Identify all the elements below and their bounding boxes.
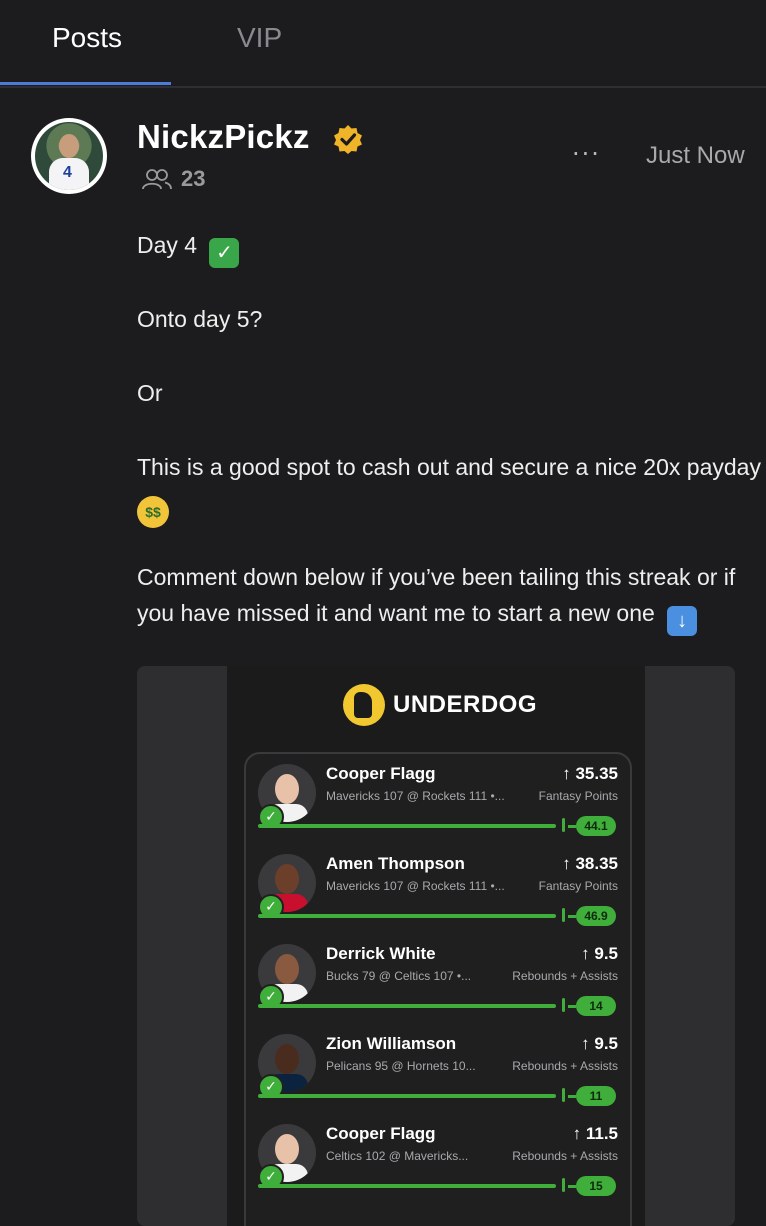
check-emoji-icon: ✓	[209, 238, 240, 268]
post-author[interactable]: NickzPickz	[137, 118, 310, 156]
result-value: 15	[576, 1176, 616, 1196]
members-icon	[142, 169, 172, 190]
pick-stat: Rebounds + Assists	[512, 969, 618, 983]
members: 23	[141, 166, 205, 192]
avatar-jersey-number: 4	[63, 164, 72, 181]
post-text: Day 4	[137, 232, 198, 258]
post-line-7: you have missed it and want me to start …	[137, 600, 698, 636]
pick-stat: Rebounds + Assists	[512, 1149, 618, 1163]
player-name: Amen Thompson	[326, 854, 465, 873]
progress-bar	[258, 1184, 556, 1188]
pick-row: ✓ Zion Williamson Pelicans 95 @ Hornets …	[246, 1024, 630, 1114]
pick-line: ↑ 38.35	[562, 854, 618, 873]
post-line-4: This is a good spot to cash out and secu…	[137, 454, 761, 480]
result-value: 44.1	[576, 816, 616, 836]
post-line-1: Day 4 ✓	[137, 232, 240, 268]
progress-bar	[258, 824, 556, 828]
pick-row: ✓ Cooper Flagg Celtics 102 @ Mavericks..…	[246, 1114, 630, 1204]
tab-bar: Posts VIP	[0, 0, 766, 88]
pick-line: ↑ 9.5	[581, 1034, 618, 1053]
post-line-2: Onto day 5?	[137, 306, 263, 332]
pick-line: ↑ 9.5	[581, 944, 618, 963]
bet-slip-image: UNDERDOG ✓ Cooper Flagg Mavericks 107 @ …	[227, 666, 645, 1226]
pick-stat: Rebounds + Assists	[512, 1059, 618, 1073]
brand-name: UNDERDOG	[393, 691, 538, 718]
active-tab-indicator	[0, 82, 171, 85]
verified-badge-icon	[334, 125, 362, 154]
pick-row: ✓ Derrick White Bucks 79 @ Celtics 107 •…	[246, 934, 630, 1024]
pick-stat: Fantasy Points	[538, 879, 618, 893]
post-line-6: Comment down below if you’ve been tailin…	[137, 564, 736, 590]
pick-row: ✓ Amen Thompson Mavericks 107 @ Rockets …	[246, 844, 630, 934]
line-marker	[562, 1178, 565, 1192]
picks-list: ✓ Cooper Flagg Mavericks 107 @ Rockets 1…	[244, 752, 632, 1226]
game-score: Mavericks 107 @ Rockets 111 •...	[326, 789, 505, 803]
result-value: 11	[576, 1086, 616, 1106]
player-name: Cooper Flagg	[326, 1124, 436, 1143]
underdog-logo-icon	[343, 684, 385, 726]
post-image[interactable]: UNDERDOG ✓ Cooper Flagg Mavericks 107 @ …	[137, 666, 735, 1226]
line-marker	[562, 998, 565, 1012]
progress-bar	[258, 914, 556, 918]
tab-posts[interactable]: Posts	[52, 22, 122, 54]
game-score: Bucks 79 @ Celtics 107 •...	[326, 969, 472, 983]
down-arrow-emoji-icon: ↓	[667, 606, 698, 636]
line-marker	[562, 908, 565, 922]
player-name: Derrick White	[326, 944, 436, 963]
post-text: you have missed it and want me to start …	[137, 600, 655, 626]
pick-line: ↑ 35.35	[562, 764, 618, 783]
pick-stat: Fantasy Points	[538, 789, 618, 803]
game-score: Celtics 102 @ Mavericks...	[326, 1149, 469, 1163]
post-timestamp: Just Now	[646, 142, 745, 169]
post-line-3: Or	[137, 380, 163, 406]
player-name: Zion Williamson	[326, 1034, 457, 1053]
game-score: Mavericks 107 @ Rockets 111 •...	[326, 879, 505, 893]
game-score: Pelicans 95 @ Hornets 10...	[326, 1059, 476, 1073]
money-mouth-emoji-icon: $$	[137, 496, 169, 528]
pick-line: ↑ 11.5	[572, 1124, 618, 1143]
post-line-5: $$	[137, 490, 169, 528]
pick-row: ✓ Cooper Flagg Mavericks 107 @ Rockets 1…	[246, 754, 630, 844]
player-name: Cooper Flagg	[326, 764, 436, 783]
progress-bar	[258, 1004, 556, 1008]
members-count: 23	[181, 166, 206, 191]
avatar[interactable]: 4	[31, 118, 107, 194]
brand-header: UNDERDOG	[343, 684, 537, 726]
result-value: 46.9	[576, 906, 616, 926]
line-marker	[562, 818, 565, 832]
tab-vip[interactable]: VIP	[237, 22, 282, 54]
progress-bar	[258, 1094, 556, 1098]
avatar-photo: 4	[35, 122, 103, 190]
result-value: 14	[576, 996, 616, 1016]
line-marker	[562, 1088, 565, 1102]
more-options-icon[interactable]: ···	[572, 140, 601, 168]
